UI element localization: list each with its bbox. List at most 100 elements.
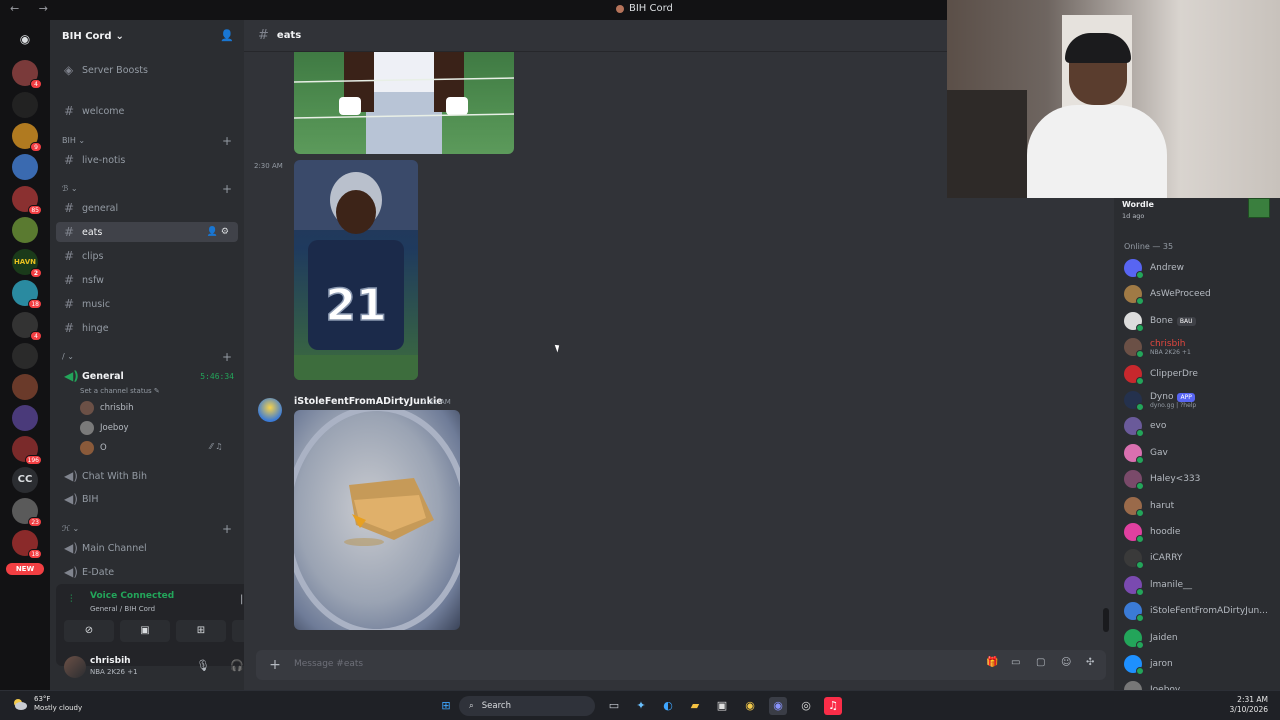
add-channel-icon[interactable]: +	[222, 182, 232, 196]
server-icon[interactable]	[12, 154, 38, 180]
member-item[interactable]: hoodie	[1124, 520, 1280, 544]
chrome-icon[interactable]: ◉	[741, 697, 759, 715]
add-member-icon[interactable]: 👤	[220, 29, 234, 42]
system-clock[interactable]: 2:31 AM 3/10/2026	[1230, 695, 1268, 715]
server-icon[interactable]	[12, 217, 38, 243]
copilot-icon[interactable]: ✦	[632, 697, 650, 715]
server-icon[interactable]	[12, 343, 38, 369]
server-icon[interactable]: 9	[12, 123, 42, 152]
avatar[interactable]	[64, 656, 86, 678]
channel-hinge[interactable]: # hinge	[56, 318, 238, 338]
edge-icon[interactable]: ◐	[659, 697, 677, 715]
channel-nsfw[interactable]: # nsfw	[56, 270, 238, 290]
new-servers-pill[interactable]: NEW	[6, 563, 44, 575]
channel-live-notis[interactable]: # live-notis	[56, 150, 238, 170]
member-item[interactable]: iStoleFentFromADirtyJun...	[1124, 599, 1280, 623]
channel-music[interactable]: # music	[56, 294, 238, 314]
category-4[interactable]: ℋ ⌄	[62, 524, 79, 533]
member-item[interactable]: Dyno APP dyno.gg | ?help	[1124, 388, 1280, 412]
channel-welcome[interactable]: # welcome	[56, 101, 238, 121]
microphone-icon[interactable]: 🎙	[196, 659, 210, 672]
voice-channel-bih[interactable]: ◀) BIH	[56, 489, 238, 509]
voice-user[interactable]: Joeboy	[80, 421, 129, 435]
server-icon[interactable]: HAVN 2	[12, 249, 42, 278]
screen-share-button[interactable]: ▣	[120, 620, 170, 642]
server-icon[interactable]: 196	[12, 436, 42, 465]
windows-start-icon[interactable]: ⊞	[437, 697, 455, 715]
member-item[interactable]: harut	[1124, 494, 1280, 518]
member-item[interactable]: AsWeProceed	[1124, 282, 1280, 306]
server-icon[interactable]: 18	[12, 530, 42, 559]
member-item[interactable]: chrisbih NBA 2K26 +1	[1124, 335, 1280, 359]
music-app-icon[interactable]: ♫	[824, 697, 842, 715]
channel-status-prompt[interactable]: Set a channel status ✎	[80, 387, 160, 395]
attachment-image-sandwich[interactable]	[294, 410, 460, 630]
weather-widget[interactable]: 63°F Mostly cloudy	[12, 695, 82, 713]
message-author[interactable]: iStoleFentFromADirtyJunkie	[294, 396, 443, 407]
member-item[interactable]: Haley<333	[1124, 467, 1280, 491]
file-explorer-icon[interactable]: ▰	[686, 697, 704, 715]
voice-channel-main[interactable]: ◀) Main Channel	[56, 538, 238, 558]
voice-user[interactable]: O	[80, 441, 107, 455]
guild-header[interactable]: BIH Cord ⌄ 👤	[50, 20, 244, 52]
server-icon[interactable]: 85	[12, 186, 42, 215]
category-3[interactable]: / ⌄	[62, 352, 74, 361]
voice-channel-e-date[interactable]: ◀) E-Date	[56, 562, 238, 582]
taskbar-search[interactable]: ⌕ Search	[459, 696, 595, 716]
server-icon[interactable]: 4	[12, 312, 42, 341]
gift-icon[interactable]: 🎁	[986, 657, 998, 668]
message-composer[interactable]: + Message #eats 🎁 ▭ ▢ ☺ ✣	[256, 650, 1106, 680]
voice-user[interactable]: chrisbih	[80, 401, 134, 415]
member-item[interactable]: iCARRY	[1124, 546, 1280, 570]
avatar[interactable]	[258, 398, 282, 422]
attachment-image-jersey-21[interactable]: 21	[294, 160, 418, 380]
channel-settings-icon[interactable]: 👤⚙	[207, 227, 232, 237]
member-item[interactable]: jaron	[1124, 652, 1280, 676]
emoji-icon[interactable]: ☺	[1061, 657, 1071, 668]
gif-icon[interactable]: ▭	[1011, 657, 1020, 668]
category-2[interactable]: ℬ ⌄	[62, 184, 78, 193]
channel-clips[interactable]: # clips	[56, 246, 238, 266]
camera-off-button[interactable]: ⊘	[64, 620, 114, 642]
add-channel-icon[interactable]: +	[222, 522, 232, 536]
channel-eats[interactable]: # eats 👤⚙	[56, 222, 238, 242]
voice-channel-chat-with-bih[interactable]: ◀) Chat With Bih	[56, 466, 238, 486]
scrollbar-thumb[interactable]	[1103, 608, 1109, 632]
discord-home-icon[interactable]: ◉	[12, 26, 38, 52]
activity-card[interactable]: Wordle 1d ago	[1122, 198, 1272, 226]
channel-general[interactable]: # general	[56, 198, 238, 218]
server-icon[interactable]: 23	[12, 498, 42, 527]
back-forward-icon[interactable]: ← →	[10, 2, 56, 15]
server-icon[interactable]	[12, 405, 38, 431]
add-attachment-icon[interactable]: +	[266, 656, 284, 674]
member-item[interactable]: Bone BAU	[1124, 309, 1280, 333]
task-view-icon[interactable]: ▭	[605, 697, 623, 715]
member-item[interactable]: ClipperDre	[1124, 362, 1280, 386]
voice-connected-subtitle[interactable]: General / BIH Cord	[90, 605, 155, 613]
sticker-icon[interactable]: ▢	[1036, 657, 1045, 668]
server-icon[interactable]: 4	[12, 60, 42, 89]
headphones-icon[interactable]: 🎧	[230, 659, 244, 672]
apps-icon[interactable]: ✣	[1086, 657, 1094, 668]
server-icon[interactable]	[12, 92, 38, 118]
server-boosts[interactable]: ◈ Server Boosts	[56, 60, 238, 80]
member-item[interactable]: Andrew	[1124, 256, 1280, 280]
message-input[interactable]: Message #eats	[294, 659, 363, 669]
server-icon-cc[interactable]: CC	[12, 467, 38, 493]
member-item[interactable]: evo	[1124, 414, 1280, 438]
attachment-image-jersey-88[interactable]	[294, 52, 514, 154]
obs-icon[interactable]: ◎	[797, 697, 815, 715]
store-icon[interactable]: ▣	[713, 697, 731, 715]
server-icon[interactable]: 18	[12, 280, 42, 309]
server-icon[interactable]	[12, 374, 38, 400]
activities-button[interactable]: ⊞	[176, 620, 226, 642]
signal-icon[interactable]: ⫶	[70, 594, 73, 605]
muted-deafened-icon: ⁄⁄ ♫	[210, 442, 223, 451]
category-bih[interactable]: BIH ⌄	[62, 136, 85, 145]
member-item[interactable]: lmanile__	[1124, 573, 1280, 597]
add-channel-icon[interactable]: +	[222, 134, 232, 148]
add-channel-icon[interactable]: +	[222, 350, 232, 364]
member-item[interactable]: Gav	[1124, 441, 1280, 465]
discord-taskbar-icon[interactable]: ◉	[769, 697, 787, 715]
member-item[interactable]: Jaiden	[1124, 626, 1280, 650]
